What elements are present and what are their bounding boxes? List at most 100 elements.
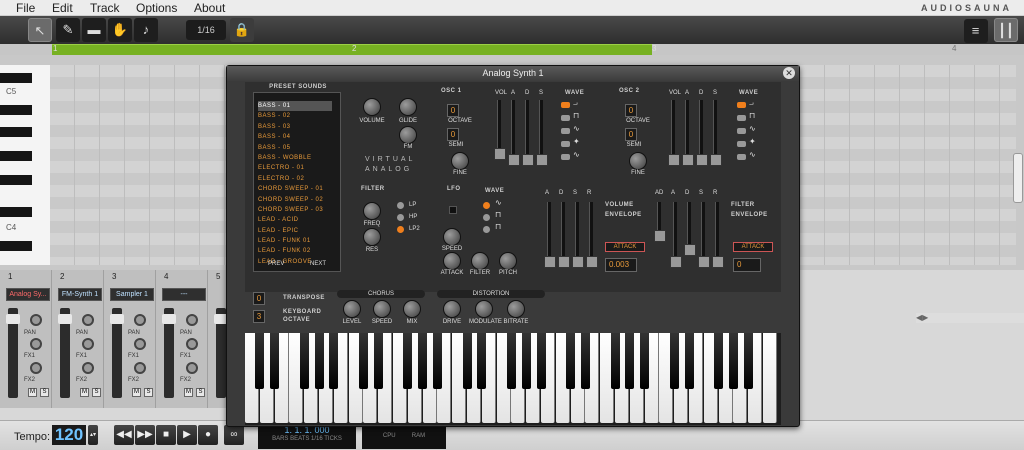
filter-env-value[interactable]: 0 [733,258,761,272]
preset-items[interactable]: BASS - 01 BASS - 02 BASS - 03 BASS - 04 BASS… [258,101,332,267]
tempo-stepper[interactable]: ▴▾ [88,425,98,445]
osc2-semi-value[interactable]: 0 [625,128,637,141]
mute-button[interactable]: M [28,388,37,397]
black-key[interactable] [669,333,679,389]
black-key[interactable] [728,333,738,389]
fast-forward-icon[interactable]: ▶▶ [135,425,155,445]
osc2-s-slider[interactable] [710,100,722,166]
volume-attack-button[interactable]: ATTACK [605,242,645,252]
filter-attack-button[interactable]: ATTACK [733,242,773,252]
vertical-scrollbar[interactable] [1013,153,1023,203]
lfo-wave-square[interactable] [483,214,490,221]
black-key[interactable] [299,333,309,389]
preset-item[interactable]: BASS - 02 [258,111,332,121]
lp2-radio[interactable] [397,226,404,233]
modulate-knob[interactable] [475,300,493,318]
osc2-a-slider[interactable] [682,100,694,166]
venv-r-slider[interactable] [586,202,598,268]
venv-d-slider[interactable] [558,202,570,268]
osc1-a-slider[interactable] [508,100,520,166]
note-icon[interactable]: ♪ [134,18,158,42]
lfo-speed-knob[interactable] [443,228,461,246]
kb-octave-value[interactable]: 3 [253,310,265,323]
black-key[interactable] [0,207,32,217]
osc1-s-slider[interactable] [536,100,548,166]
channel-name[interactable]: FM-Synth 1 [58,288,102,301]
preset-item[interactable]: BASS - 01 [258,101,332,112]
grid-view-icon[interactable]: ┃┃ [994,18,1018,42]
preset-item[interactable]: ELECTRO - 01 [258,163,332,173]
preset-item[interactable]: LEAD - FUNK 01 [258,236,332,246]
volume-fader[interactable] [58,308,72,398]
black-key[interactable] [580,333,590,389]
osc2-wave-sine[interactable] [737,128,746,134]
mute-button[interactable]: M [184,388,193,397]
preset-item[interactable]: CHORD SWEEP - 01 [258,184,332,194]
volume-fader[interactable] [6,308,20,398]
channel-name[interactable]: Sampler 1 [110,288,154,301]
channel-name[interactable]: --- [162,288,206,301]
osc2-fine-knob[interactable] [629,152,647,170]
black-key[interactable] [255,333,265,389]
fx2-knob[interactable] [82,362,94,374]
pan-knob[interactable] [82,314,94,326]
snap-value[interactable]: 1/16 [186,20,226,40]
osc1-semi-value[interactable]: 0 [447,128,459,141]
venv-a-slider[interactable] [544,202,556,268]
prev-button[interactable]: PREV [268,261,284,267]
menu-file[interactable]: File [16,1,35,15]
drive-knob[interactable] [443,300,461,318]
volume-knob[interactable] [363,98,381,116]
fx1-knob[interactable] [134,338,146,350]
freq-knob[interactable] [363,202,381,220]
lfo-wave-pulse[interactable] [483,226,490,233]
fenv-r-slider[interactable] [712,202,724,268]
fx1-knob[interactable] [82,338,94,350]
preset-item[interactable]: CHORD SWEEP - 03 [258,205,332,215]
pan-knob[interactable] [186,314,198,326]
mute-button[interactable]: M [132,388,141,397]
fenv-s-slider[interactable] [698,202,710,268]
menu-about[interactable]: About [194,1,225,15]
solo-button[interactable]: S [92,388,101,397]
pan-knob[interactable] [30,314,42,326]
loop-icon[interactable]: ∞ [224,425,244,445]
list-view-icon[interactable]: ≡ [963,19,988,43]
fenv-a-slider[interactable] [670,202,682,268]
black-key[interactable] [477,333,487,389]
black-key[interactable] [0,175,32,185]
osc1-vol-slider[interactable] [494,100,506,160]
pan-knob[interactable] [134,314,146,326]
osc1-wave-sine[interactable] [561,128,570,134]
fenv-ad-slider[interactable] [654,202,666,242]
black-key[interactable] [714,333,724,389]
black-key[interactable] [610,333,620,389]
preset-item[interactable]: CHORD SWEEP - 02 [258,195,332,205]
analog-synth-window[interactable]: Analog Synth 1 ✕ PRESET SOUNDS BASS - 01… [226,65,800,427]
osc1-wave-saw[interactable] [561,102,570,108]
black-key[interactable] [373,333,383,389]
black-key[interactable] [329,333,339,389]
black-key[interactable] [566,333,576,389]
preset-item[interactable]: LEAD - FUNK 02 [258,246,332,256]
preset-item[interactable]: LEAD - EPIC [258,226,332,236]
eraser-icon[interactable]: ▬ [82,18,106,42]
black-key[interactable] [462,333,472,389]
osc2-d-slider[interactable] [696,100,708,166]
black-key[interactable] [640,333,650,389]
black-key[interactable] [506,333,516,389]
fx1-knob[interactable] [186,338,198,350]
preset-item[interactable]: BASS - 03 [258,122,332,132]
black-key[interactable] [0,127,32,137]
black-key[interactable] [270,333,280,389]
volume-fader[interactable] [214,308,228,398]
preset-item[interactable]: LEAD - ACID [258,215,332,225]
fenv-d-slider[interactable] [684,202,696,256]
osc1-fine-knob[interactable] [451,152,469,170]
hp-radio[interactable] [397,214,404,221]
black-key[interactable] [743,333,753,389]
osc1-octave-value[interactable]: 0 [447,104,459,117]
preset-item[interactable]: BASS - 05 [258,143,332,153]
synth-title[interactable]: Analog Synth 1 [227,66,799,81]
lock-icon[interactable]: 🔒 [230,18,254,42]
